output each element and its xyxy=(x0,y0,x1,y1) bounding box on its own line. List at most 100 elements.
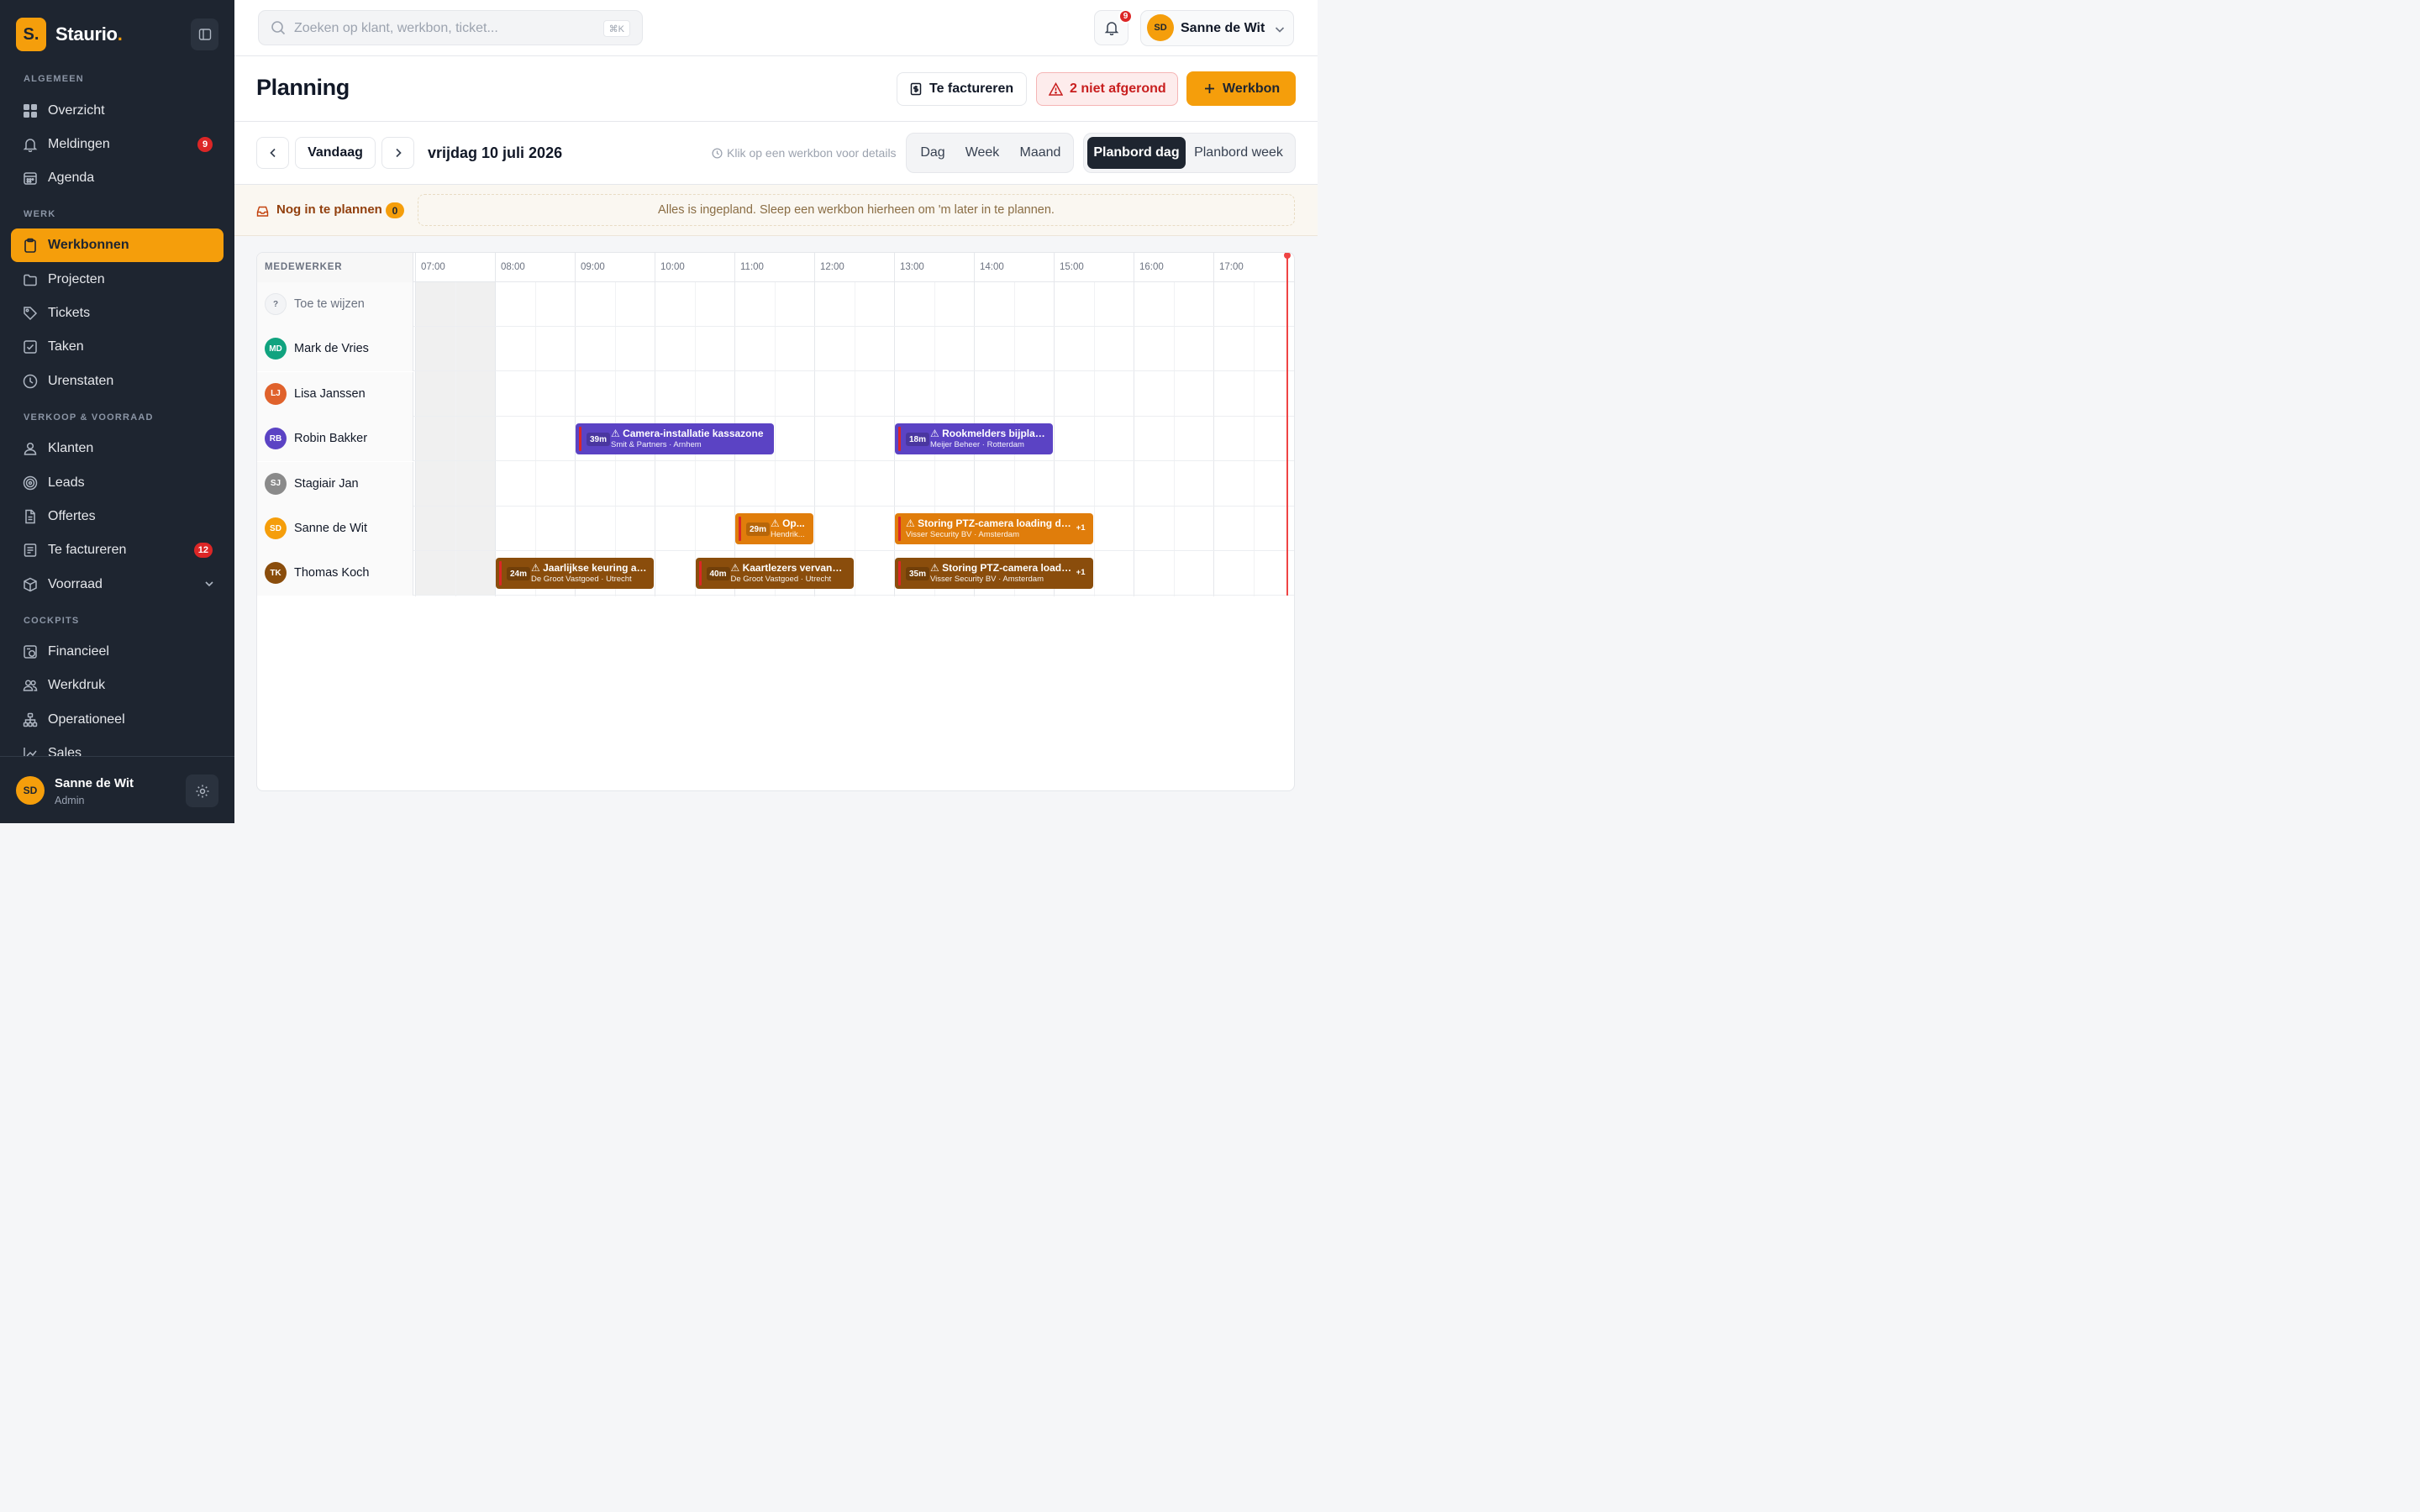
priority-stripe xyxy=(898,517,901,541)
backlog-bar: Nog in te plannen 0 Alles is ingepland. … xyxy=(234,185,1318,236)
next-day-button[interactable] xyxy=(381,137,414,169)
prev-day-button[interactable] xyxy=(256,137,289,169)
sidebar-item-werkbonnen[interactable]: Werkbonnen xyxy=(11,228,224,262)
search-shortcut: ⌘K xyxy=(602,20,630,37)
hour-label: 11:00 xyxy=(740,262,764,272)
hierarchy-icon xyxy=(22,711,39,728)
employee-cell: SD Sanne de Wit xyxy=(257,507,413,551)
view-dag[interactable]: Dag xyxy=(912,137,954,169)
employee-cell: ? Toe te wijzen xyxy=(257,282,413,327)
section-label-cockpits: COCKPITS xyxy=(24,616,80,626)
sidebar-item-offertes[interactable]: Offertes xyxy=(11,500,224,533)
sidebar-item-tickets[interactable]: Tickets xyxy=(11,297,224,330)
sidebar-item-urenstaten[interactable]: Urenstaten xyxy=(11,365,224,398)
werkbon-title: ⚠ Jaarlijkse keuring ala... xyxy=(531,562,647,575)
chevron-right-icon xyxy=(395,148,402,158)
view-week[interactable]: Week xyxy=(960,137,1005,169)
sidebar-item-voorraad[interactable]: Voorraad xyxy=(11,568,224,601)
bell-icon xyxy=(22,136,39,153)
sidebar-item-agenda[interactable]: Agenda xyxy=(11,161,224,195)
employee-name: Robin Bakker xyxy=(294,432,368,446)
warning-icon xyxy=(1049,81,1063,96)
avatar[interactable]: SD xyxy=(16,776,45,805)
duration-badge: 29m xyxy=(746,522,771,536)
employee-cell: SJ Stagiair Jan xyxy=(257,461,413,507)
priority-stripe xyxy=(898,427,901,452)
section-label-verkoop: VERKOOP & VOORRAAD xyxy=(24,412,154,423)
te-factureren-label: Te factureren xyxy=(929,81,1014,96)
sidebar-item-label: Voorraad xyxy=(48,577,103,591)
bell-icon xyxy=(1104,22,1118,35)
avatar: SJ xyxy=(265,472,287,495)
sidebar: S. Staurio. ALGEMEEN Overzicht Meldingen… xyxy=(0,0,234,823)
sidebar-item-label: Werkdruk xyxy=(48,678,106,692)
werkbon-title: ⚠ Storing PTZ-camera loading... xyxy=(930,562,1073,575)
werkbon-card[interactable]: ⚠ Storing PTZ-camera loading dock Visser … xyxy=(895,513,1093,544)
app-name[interactable]: Staurio. xyxy=(55,24,123,45)
werkbon-card[interactable]: 35m ⚠ Storing PTZ-camera loading... Visser… xyxy=(895,558,1093,590)
werkbon-card[interactable]: 29m ⚠ Op... Hendrik... xyxy=(735,513,813,544)
document-icon xyxy=(22,508,39,525)
werkbon-card[interactable]: 39m ⚠ Camera-installatie kassazone Smit & … xyxy=(576,423,774,455)
sidebar-item-meldingen[interactable]: Meldingen 9 xyxy=(11,128,224,161)
employee-row[interactable]: LJ Lisa Janssen xyxy=(257,371,1294,417)
backlog-label: Nog in te plannen xyxy=(276,202,382,217)
view-maand[interactable]: Maand xyxy=(1013,137,1068,169)
hour-label: 16:00 xyxy=(1139,262,1164,272)
today-button[interactable]: Vandaag xyxy=(295,137,376,169)
werkbon-card[interactable]: 18m ⚠ Rookmelders bijplaat... Meijer Behee… xyxy=(895,423,1053,455)
sidebar-item-label: Leads xyxy=(48,475,85,490)
sidebar-item-taken[interactable]: Taken xyxy=(11,330,224,364)
more-badge: +1 xyxy=(1076,523,1086,533)
app-name-dot: . xyxy=(117,24,123,45)
target-icon xyxy=(22,475,39,491)
calendar-icon xyxy=(22,170,39,186)
werkbon-card[interactable]: 40m ⚠ Kaartlezers vervange... De Groot Vas… xyxy=(695,558,854,590)
duration-badge: 24m xyxy=(507,567,531,581)
board-switcher: Planbord dag Planbord week xyxy=(1083,133,1296,173)
sidebar-item-klanten[interactable]: Klanten xyxy=(11,432,224,465)
werkbon-title: ⚠ Camera-installatie kassazone xyxy=(611,428,764,440)
notifications-button[interactable]: 9 xyxy=(1094,9,1133,45)
avatar: ? xyxy=(265,293,287,315)
clock-icon xyxy=(22,373,39,390)
users-icon xyxy=(22,677,39,694)
sidebar-item-label: Projecten xyxy=(48,272,105,286)
user-menu-button[interactable]: SD Sanne de Wit xyxy=(1140,10,1294,46)
search-input[interactable]: Zoeken op klant, werkbon, ticket... ⌘K xyxy=(258,10,643,45)
sidebar-item-label: Klanten xyxy=(48,441,94,455)
niet-afgerond-button[interactable]: 2 niet afgerond xyxy=(1036,72,1178,106)
board-planbord-week[interactable]: Planbord week xyxy=(1188,137,1289,169)
sidebar-item-label: Tickets xyxy=(48,306,91,320)
tag-icon xyxy=(22,305,39,322)
notifications-badge: 9 xyxy=(1118,9,1133,24)
clipboard-icon xyxy=(22,237,39,254)
sidebar-item-operationeel[interactable]: Operationeel xyxy=(11,703,224,737)
employee-row[interactable]: SJ Stagiair Jan xyxy=(257,461,1294,507)
sidebar-item-projecten[interactable]: Projecten xyxy=(11,263,224,297)
board-planbord-dag[interactable]: Planbord dag xyxy=(1087,137,1186,169)
werkbon-card[interactable]: 24m ⚠ Jaarlijkse keuring ala... De Groot V… xyxy=(496,558,654,590)
clock-icon xyxy=(712,147,723,159)
inbox-icon xyxy=(256,205,269,222)
employee-row[interactable]: RB Robin Bakker xyxy=(257,417,1294,462)
avatar: SD xyxy=(265,517,287,539)
grid-icon xyxy=(22,102,39,119)
sidebar-collapse-button[interactable] xyxy=(191,18,218,50)
werkbon-customer: De Groot Vastgoed · Utrecht xyxy=(531,575,632,585)
backlog-dropzone[interactable]: Alles is ingepland. Sleep een werkbon hi… xyxy=(418,194,1295,226)
sidebar-item-financieel[interactable]: Financieel xyxy=(11,635,224,669)
employee-row[interactable]: MD Mark de Vries xyxy=(257,327,1294,372)
employee-cell: TK Thomas Koch xyxy=(257,551,413,596)
employee-row[interactable]: ? Toe te wijzen xyxy=(257,282,1294,327)
new-werkbon-button[interactable]: Werkbon xyxy=(1186,71,1296,106)
app-root: S. Staurio. ALGEMEEN Overzicht Meldingen… xyxy=(0,0,1318,823)
sidebar-item-label: Overzicht xyxy=(48,103,105,118)
sidebar-item-te-factureren[interactable]: Te factureren 12 xyxy=(11,533,224,567)
werkbon-customer: Smit & Partners · Arnhem xyxy=(611,440,702,450)
settings-button[interactable] xyxy=(186,774,218,807)
sidebar-item-overzicht[interactable]: Overzicht xyxy=(11,94,224,128)
sidebar-item-werkdruk[interactable]: Werkdruk xyxy=(11,669,224,702)
te-factureren-button[interactable]: Te factureren xyxy=(897,72,1027,106)
sidebar-item-leads[interactable]: Leads xyxy=(11,466,224,500)
